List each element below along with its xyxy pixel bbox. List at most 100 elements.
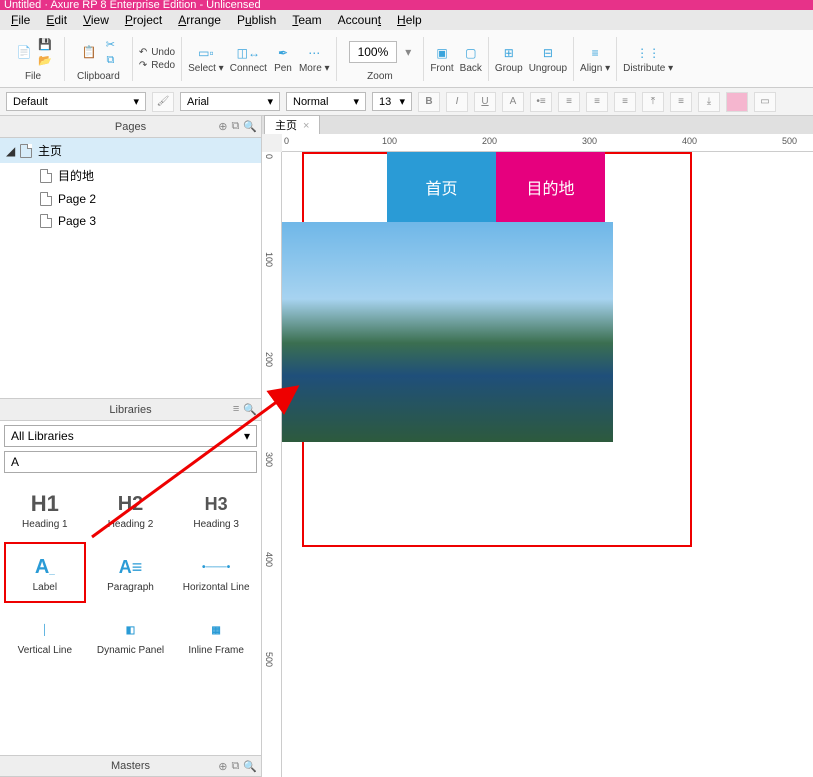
more-tool[interactable]: ⋯More ▾ [299, 43, 330, 74]
ruler-tick: 0 [264, 154, 274, 159]
label-widget-icon: A_ [35, 556, 55, 579]
nav-button-dest[interactable]: 目的地 [496, 152, 605, 222]
menu-arrange[interactable]: Arrange [171, 11, 228, 29]
search-icon[interactable]: 🔍 [243, 403, 257, 416]
size-select[interactable]: 13▾ [372, 92, 412, 111]
iframe-widget-icon: ▦ [211, 625, 220, 636]
menu-icon[interactable]: ≡ [233, 403, 239, 416]
ungroup-button[interactable]: ⊟Ungroup [529, 43, 567, 74]
chevron-down-icon: ▾ [399, 95, 405, 108]
select-tool[interactable]: ▭▫Select ▾ [188, 43, 224, 74]
new-file-icon[interactable]: 📄 [14, 42, 34, 62]
menu-account[interactable]: Account [331, 11, 388, 29]
page-label: 主页 [38, 142, 62, 159]
page-label: Page 2 [58, 192, 96, 206]
cut-icon[interactable]: ✂ [103, 37, 117, 51]
widget-hline[interactable]: •───•Horizontal Line [175, 542, 257, 603]
canvas-tab-home[interactable]: 主页× [264, 115, 320, 134]
valign-bot-button[interactable]: ⤓ [698, 92, 720, 112]
add-master-icon[interactable]: ⊕ [218, 760, 227, 773]
left-column: Pages ⊕ ⧉ 🔍 ◢ 主页 目的地 Page 2 [0, 116, 262, 777]
style-paint-icon[interactable]: 🖌 [152, 92, 174, 112]
align-left-button[interactable]: ≡ [558, 92, 580, 112]
zoom-input[interactable]: 100% [349, 41, 398, 63]
valign-top-button[interactable]: ⤒ [642, 92, 664, 112]
search-icon[interactable]: 🔍 [243, 760, 257, 773]
widget-h2[interactable]: H2Heading 2 [90, 481, 172, 538]
save-icon[interactable]: 💾 [38, 37, 52, 51]
menu-bar: File Edit View Project Arrange Publish T… [0, 10, 813, 30]
copy-icon[interactable]: ⧉ [103, 53, 117, 67]
connect-tool[interactable]: ◫↔Connect [230, 43, 267, 74]
align-right-button[interactable]: ≡ [614, 92, 636, 112]
chevron-down-icon: ▾ [353, 95, 359, 108]
close-tab-icon[interactable]: × [303, 120, 309, 132]
add-folder-icon[interactable]: ⧉ [231, 760, 239, 773]
toolbar-separator [64, 37, 65, 81]
add-page-icon[interactable]: ⊕ [218, 120, 227, 133]
page-item-home[interactable]: ◢ 主页 [0, 138, 261, 163]
underline-button[interactable]: U [474, 92, 496, 112]
toolbar-clipboard-group[interactable]: 📋 ✂ ⧉ Clipboard [71, 35, 126, 82]
weight-select[interactable]: Normal▾ [286, 92, 366, 111]
undo-redo-group: ↶Undo ↷Redo [139, 47, 175, 71]
paste-icon[interactable]: 📋 [79, 42, 99, 62]
front-button[interactable]: ▣Front [430, 43, 453, 74]
chevron-down-icon[interactable]: ▾ [405, 45, 411, 59]
border-color-button[interactable]: ▭ [754, 92, 776, 112]
widget-h3[interactable]: H3Heading 3 [175, 481, 257, 538]
align-button[interactable]: ≡Align ▾ [580, 43, 610, 74]
design-canvas[interactable]: 首页 目的地 [282, 152, 813, 777]
widget-label[interactable]: A_Label [4, 542, 86, 603]
toolbar-separator [423, 37, 424, 81]
back-button[interactable]: ▢Back [460, 43, 482, 74]
widget-dynpanel[interactable]: ◧Dynamic Panel [90, 607, 172, 664]
nav-button-home[interactable]: 首页 [387, 152, 496, 222]
menu-publish[interactable]: Publish [230, 11, 283, 29]
menu-file[interactable]: File [4, 11, 37, 29]
search-icon[interactable]: 🔍 [243, 120, 257, 133]
distribute-button[interactable]: ⋮⋮Distribute ▾ [623, 43, 673, 74]
main-toolbar: 📄 💾 📂 File 📋 ✂ ⧉ Clipboard ↶Undo ↷Redo ▭… [0, 30, 813, 88]
italic-button[interactable]: I [446, 92, 468, 112]
menu-edit[interactable]: Edit [39, 11, 74, 29]
redo-button[interactable]: ↷Redo [139, 60, 175, 71]
widget-h1[interactable]: H1Heading 1 [4, 481, 86, 538]
connect-icon: ◫↔ [238, 43, 258, 63]
toolbar-separator [488, 37, 489, 81]
add-folder-icon[interactable]: ⧉ [231, 120, 239, 133]
collapse-icon[interactable]: ◢ [6, 144, 14, 158]
menu-project[interactable]: Project [118, 11, 169, 29]
undo-button[interactable]: ↶Undo [139, 47, 175, 58]
toolbar-file-group[interactable]: 📄 💾 📂 File [8, 35, 58, 82]
widget-vline[interactable]: │Vertical Line [4, 607, 86, 664]
valign-mid-button[interactable]: ≡ [670, 92, 692, 112]
menu-team[interactable]: Team [285, 11, 328, 29]
bullet-button[interactable]: •≡ [530, 92, 552, 112]
page-item-p3[interactable]: Page 3 [0, 210, 261, 232]
widget-paragraph[interactable]: A≡Paragraph [90, 542, 172, 603]
image-placeholder[interactable] [282, 222, 613, 442]
font-select[interactable]: Arial▾ [180, 92, 280, 111]
align-center-button[interactable]: ≡ [586, 92, 608, 112]
page-icon [40, 169, 52, 183]
font-color-button[interactable]: A [502, 92, 524, 112]
hline-widget-icon: •───• [202, 562, 230, 573]
menu-help[interactable]: Help [390, 11, 429, 29]
open-icon[interactable]: 📂 [38, 53, 52, 67]
pen-tool[interactable]: ✒Pen [273, 43, 293, 74]
style-select[interactable]: Default▾ [6, 92, 146, 111]
group-button[interactable]: ⊞Group [495, 43, 523, 74]
page-item-dest[interactable]: 目的地 [0, 163, 261, 188]
more-icon: ⋯ [304, 43, 324, 63]
page-item-p2[interactable]: Page 2 [0, 188, 261, 210]
fill-color-button[interactable] [726, 92, 748, 112]
toolbar-file-label: File [25, 71, 41, 82]
ungroup-icon: ⊟ [538, 43, 558, 63]
widget-iframe[interactable]: ▦Inline Frame [175, 607, 257, 664]
library-search-input[interactable]: A [4, 451, 257, 473]
undo-icon: ↶ [139, 47, 147, 58]
menu-view[interactable]: View [76, 11, 116, 29]
bold-button[interactable]: B [418, 92, 440, 112]
library-select[interactable]: All Libraries▾ [4, 425, 257, 447]
